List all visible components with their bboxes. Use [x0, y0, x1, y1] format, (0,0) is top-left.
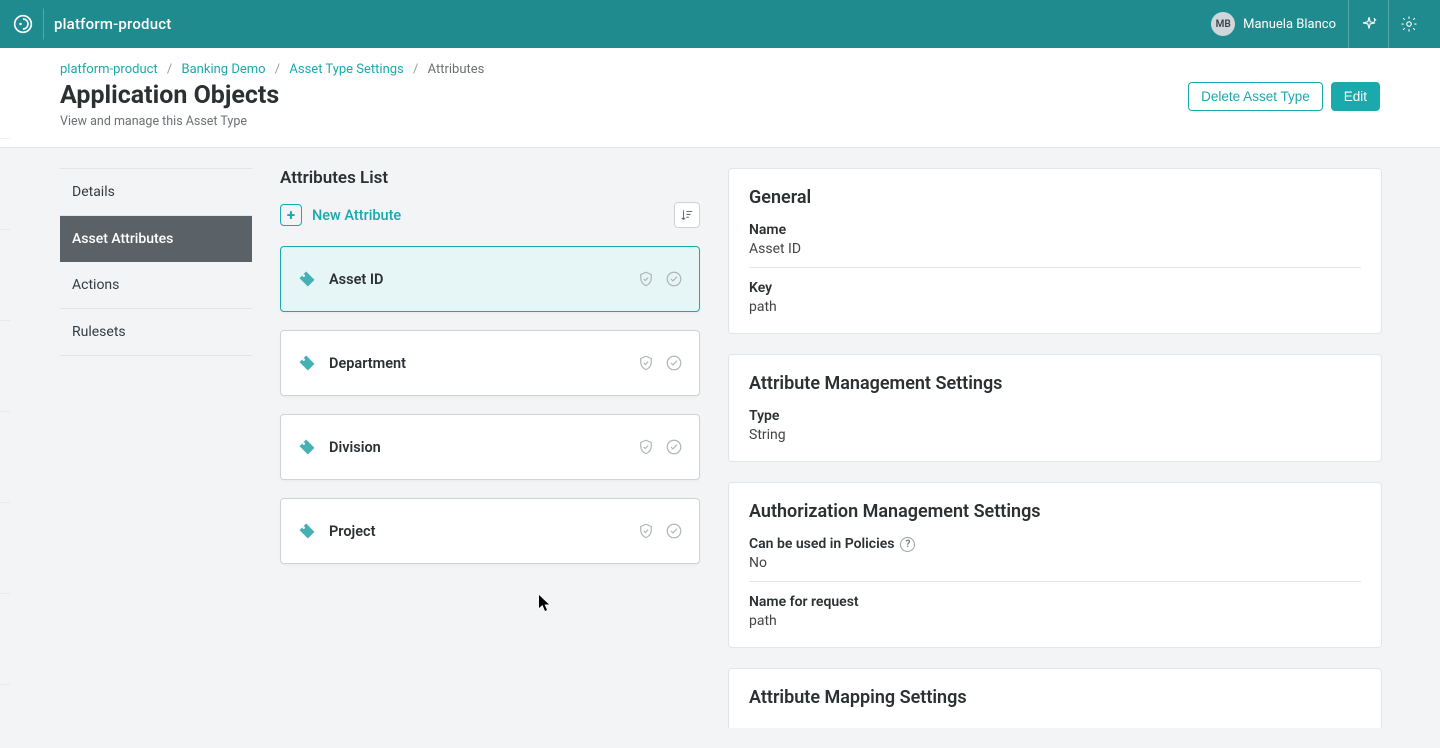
attr-name: Project	[329, 523, 375, 540]
shield-check-icon	[637, 438, 655, 456]
authz-title: Authorization Management Settings	[749, 501, 1361, 522]
type-label: Type	[749, 408, 1361, 424]
breadcrumb: platform-product / Banking Demo / Asset …	[60, 62, 484, 77]
product-name[interactable]: platform-product	[54, 15, 171, 33]
mapping-title: Attribute Mapping Settings	[749, 687, 1361, 708]
new-attribute-button[interactable]: New Attribute	[312, 207, 401, 224]
avatar[interactable]: MB	[1211, 12, 1235, 36]
tag-icon	[297, 521, 317, 541]
policies-value: No	[749, 555, 1361, 571]
authz-management-panel: Authorization Management Settings Can be…	[728, 482, 1382, 648]
crumb-banking[interactable]: Banking Demo	[182, 62, 266, 77]
nav-actions[interactable]: Actions	[60, 262, 252, 309]
attribute-card-asset-id[interactable]: Asset ID	[280, 246, 700, 312]
name-label: Name	[749, 222, 1361, 238]
nav-details[interactable]: Details	[60, 168, 252, 216]
crumb-asset-type[interactable]: Asset Type Settings	[289, 62, 403, 77]
key-value: path	[749, 299, 1361, 315]
settings-button[interactable]	[1388, 0, 1428, 48]
attr-name: Division	[329, 439, 381, 456]
check-circle-icon	[665, 270, 683, 288]
name-request-label: Name for request	[749, 594, 1361, 610]
page-subtitle: View and manage this Asset Type	[60, 114, 484, 129]
tag-icon	[297, 437, 317, 457]
crumb-current: Attributes	[428, 62, 485, 77]
attribute-management-panel: Attribute Management Settings Type Strin…	[728, 354, 1382, 462]
tag-icon	[297, 269, 317, 289]
topbar: platform-product MB Manuela Blanco	[0, 0, 1440, 48]
type-value: String	[749, 427, 1361, 443]
attribute-mapping-panel: Attribute Mapping Settings	[728, 668, 1382, 728]
help-icon[interactable]: ?	[900, 537, 915, 552]
attr-name: Department	[329, 355, 406, 372]
plus-icon[interactable]: +	[280, 204, 302, 226]
delete-asset-type-button[interactable]: Delete Asset Type	[1188, 82, 1323, 111]
general-title: General	[749, 187, 1361, 208]
details-pane[interactable]: General Name Asset ID Key path Attribute…	[728, 168, 1396, 728]
name-value: Asset ID	[749, 241, 1361, 257]
logo-icon	[12, 8, 44, 40]
sort-button[interactable]	[674, 202, 700, 228]
page-title: Application Objects	[60, 81, 484, 110]
sparkle-button[interactable]	[1348, 0, 1388, 48]
attribute-card-department[interactable]: Department	[280, 330, 700, 396]
attr-name: Asset ID	[329, 271, 383, 288]
check-circle-icon	[665, 522, 683, 540]
check-circle-icon	[665, 438, 683, 456]
shield-check-icon	[637, 270, 655, 288]
shield-check-icon	[637, 522, 655, 540]
attributes-list-title: Attributes List	[280, 168, 700, 188]
attr-mgmt-title: Attribute Management Settings	[749, 373, 1361, 394]
key-label: Key	[749, 280, 1361, 296]
general-panel: General Name Asset ID Key path	[728, 168, 1382, 334]
nav-asset-attributes[interactable]: Asset Attributes	[60, 216, 252, 262]
attribute-card-project[interactable]: Project	[280, 498, 700, 564]
attributes-list: Attributes List + New Attribute Asset ID…	[280, 168, 700, 728]
attribute-card-division[interactable]: Division	[280, 414, 700, 480]
page-header: platform-product / Banking Demo / Asset …	[0, 48, 1440, 148]
shield-check-icon	[637, 354, 655, 372]
check-circle-icon	[665, 354, 683, 372]
tag-icon	[297, 353, 317, 373]
body: Details Asset Attributes Actions Ruleset…	[0, 148, 1440, 748]
name-request-value: path	[749, 613, 1361, 629]
nav-rulesets[interactable]: Rulesets	[60, 309, 252, 356]
left-nav: Details Asset Attributes Actions Ruleset…	[60, 168, 252, 728]
user-name[interactable]: Manuela Blanco	[1243, 17, 1336, 32]
crumb-platform[interactable]: platform-product	[60, 62, 158, 77]
edit-button[interactable]: Edit	[1331, 82, 1380, 111]
policies-label: Can be used in Policies	[749, 536, 894, 552]
